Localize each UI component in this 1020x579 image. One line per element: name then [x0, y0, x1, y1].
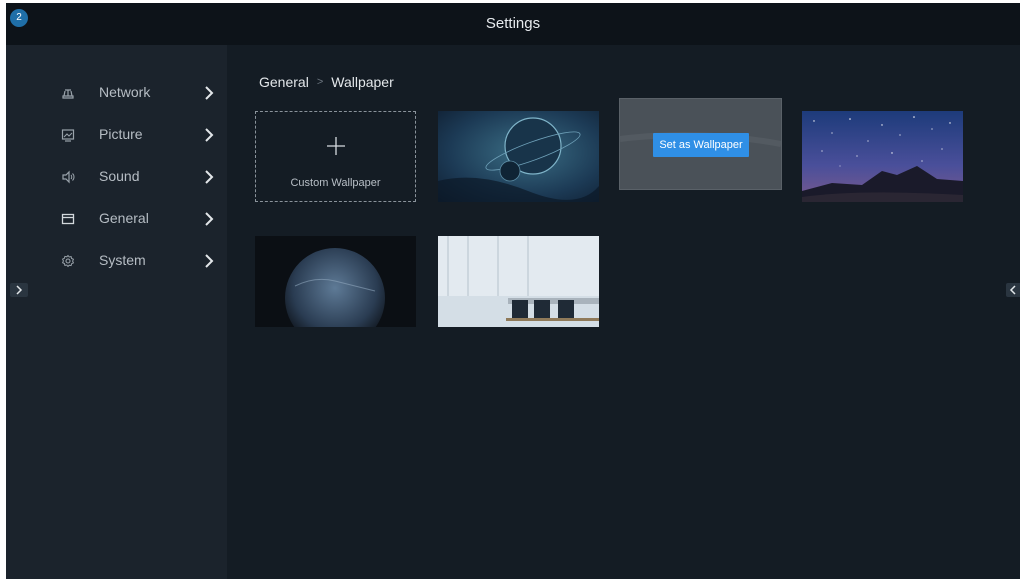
- settings-window: Settings 2 Network Picture Sound General…: [6, 3, 1020, 579]
- chevron-right-icon: [203, 211, 215, 227]
- wallpaper-thumbnail-meeting-room[interactable]: [438, 236, 599, 327]
- chevron-left-icon: [1009, 285, 1016, 295]
- page-title: Settings: [485, 15, 541, 32]
- title-bar: Settings: [6, 3, 1020, 45]
- custom-wallpaper-button[interactable]: Custom Wallpaper: [255, 111, 416, 202]
- sidebar-item-label: System: [99, 252, 146, 268]
- wallpaper-thumbnail-earth-dark[interactable]: [255, 236, 416, 327]
- general-icon: [61, 212, 75, 226]
- sidebar: Network Picture Sound General System: [6, 45, 227, 579]
- sidebar-item-general[interactable]: General: [6, 205, 227, 235]
- breadcrumb: General > Wallpaper: [259, 74, 394, 90]
- expand-right-panel-button[interactable]: [1006, 283, 1020, 297]
- network-icon: [61, 86, 75, 100]
- wallpaper-thumbnail-selected[interactable]: Set as Wallpaper: [620, 99, 781, 189]
- chevron-right-icon: [16, 285, 23, 295]
- chevron-right-icon: [203, 85, 215, 101]
- chevron-right-icon: [203, 127, 215, 143]
- sidebar-item-network[interactable]: Network: [6, 79, 227, 109]
- sidebar-item-label: Sound: [99, 168, 140, 184]
- breadcrumb-separator: >: [316, 76, 324, 88]
- wallpaper-thumbnail-starry-sky[interactable]: [802, 111, 963, 202]
- chevron-right-icon: [203, 169, 215, 185]
- expand-left-panel-button[interactable]: [10, 283, 28, 297]
- custom-wallpaper-label: Custom Wallpaper: [290, 177, 381, 189]
- notification-badge[interactable]: 2: [10, 9, 28, 27]
- plus-icon: [326, 136, 346, 156]
- sidebar-item-picture[interactable]: Picture: [6, 121, 227, 151]
- speaker-icon: [61, 170, 75, 184]
- picture-icon: [61, 128, 75, 142]
- sidebar-item-label: Picture: [99, 126, 143, 142]
- set-as-wallpaper-button[interactable]: Set as Wallpaper: [653, 133, 749, 157]
- breadcrumb-parent[interactable]: General: [259, 74, 309, 90]
- system-gear-icon: [61, 254, 75, 268]
- wallpaper-thumbnail-planet-rings[interactable]: [438, 111, 599, 202]
- sidebar-item-label: General: [99, 210, 149, 226]
- breadcrumb-current: Wallpaper: [331, 74, 394, 90]
- sidebar-item-sound[interactable]: Sound: [6, 163, 227, 193]
- sidebar-item-label: Network: [99, 84, 151, 100]
- chevron-right-icon: [203, 253, 215, 269]
- sidebar-item-system[interactable]: System: [6, 247, 227, 277]
